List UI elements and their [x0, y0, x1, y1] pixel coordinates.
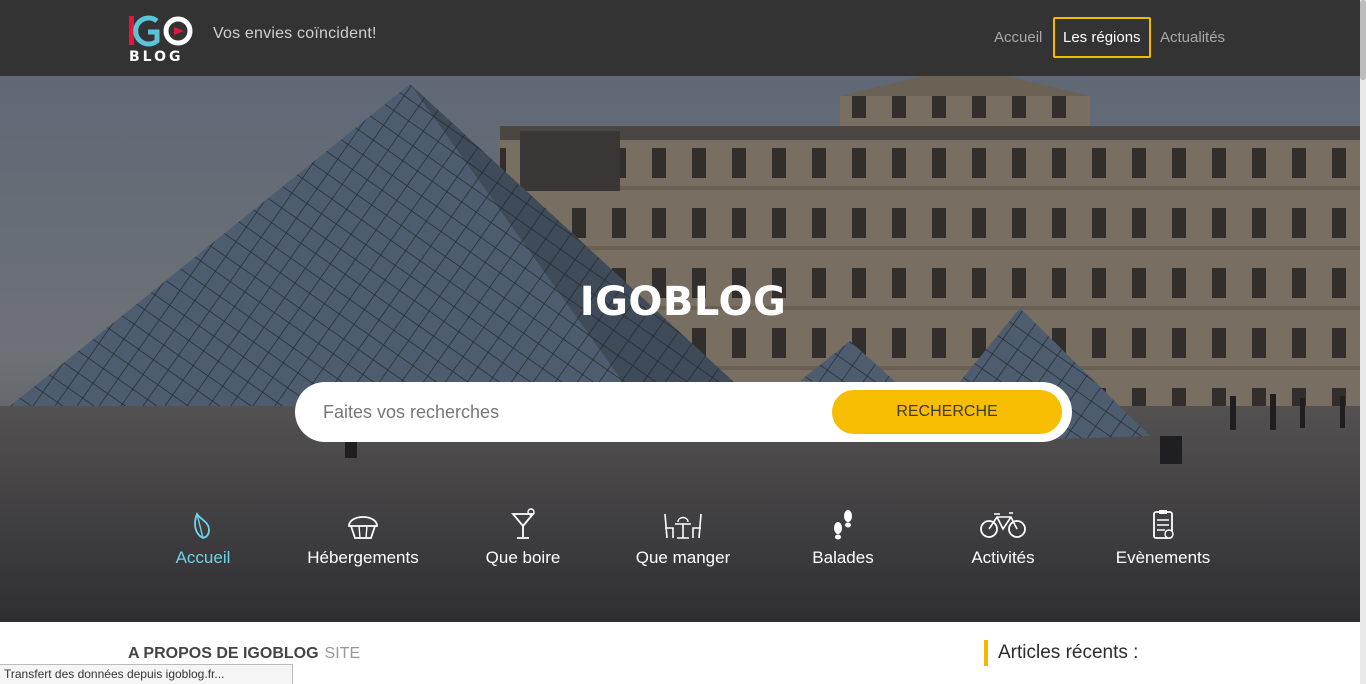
category-label: Evènements: [1115, 548, 1211, 567]
about-heading-text: A PROPOS DE IGOBLOG: [128, 645, 319, 662]
about-heading: A PROPOS DE IGOBLOG SITE: [128, 645, 360, 663]
nav-link-actualites[interactable]: Actualités: [1160, 17, 1225, 58]
scrollbar-thumb[interactable]: [1360, 0, 1366, 80]
footprints-icon: [834, 510, 852, 540]
category-balades[interactable]: Balades: [763, 508, 923, 568]
igoblog-logo-icon: BLOG: [129, 15, 193, 65]
clipboard-icon: [1153, 510, 1174, 539]
category-label: Hébergements: [307, 548, 419, 567]
category-label: Activités: [971, 548, 1035, 567]
cocktail-icon: [511, 508, 535, 539]
page: BLOG Vos envies coïncident! Accueil Les …: [0, 0, 1366, 684]
page-scrollbar[interactable]: [1360, 0, 1366, 684]
category-activites[interactable]: Activités: [923, 508, 1083, 568]
category-que-boire[interactable]: Que boire: [443, 508, 603, 568]
svg-text:BLOG: BLOG: [129, 49, 184, 64]
category-label: Que manger: [635, 548, 731, 567]
search-button[interactable]: RECHERCHE: [832, 390, 1062, 434]
category-nav: Accueil Hébergements Que boire Que mange…: [0, 508, 1366, 578]
site-header: BLOG Vos envies coïncident! Accueil Les …: [0, 0, 1366, 76]
search-bar: RECHERCHE: [295, 382, 1072, 442]
category-label: Accueil: [175, 548, 231, 567]
category-label: Que boire: [485, 548, 561, 567]
hero-title: IGOBLOG: [579, 279, 787, 325]
category-accueil[interactable]: Accueil: [123, 508, 283, 568]
category-label: Balades: [812, 548, 874, 567]
browser-status-bar: Transfert des données depuis igoblog.fr.…: [0, 664, 293, 684]
site-tagline: Vos envies coïncident!: [213, 25, 377, 42]
nav-link-accueil[interactable]: Accueil: [994, 17, 1042, 58]
site-logo[interactable]: BLOG: [127, 14, 201, 65]
recent-articles-heading: Articles récents :: [984, 640, 1138, 666]
dining-table-icon: [664, 513, 702, 539]
category-evenements[interactable]: Evènements: [1083, 508, 1243, 568]
category-que-manger[interactable]: Que manger: [603, 508, 763, 568]
category-hebergements[interactable]: Hébergements: [283, 508, 443, 568]
bicycle-icon: [980, 512, 1026, 538]
about-heading-suffix: SITE: [324, 645, 361, 662]
search-input[interactable]: [323, 394, 823, 430]
leaf-icon: [194, 512, 210, 539]
hero-banner: IGOBLOG RECHERCHE Accueil Hébergements: [0, 76, 1366, 622]
nav-link-les-regions[interactable]: Les régions: [1053, 17, 1151, 58]
cupcake-icon: [348, 516, 378, 539]
